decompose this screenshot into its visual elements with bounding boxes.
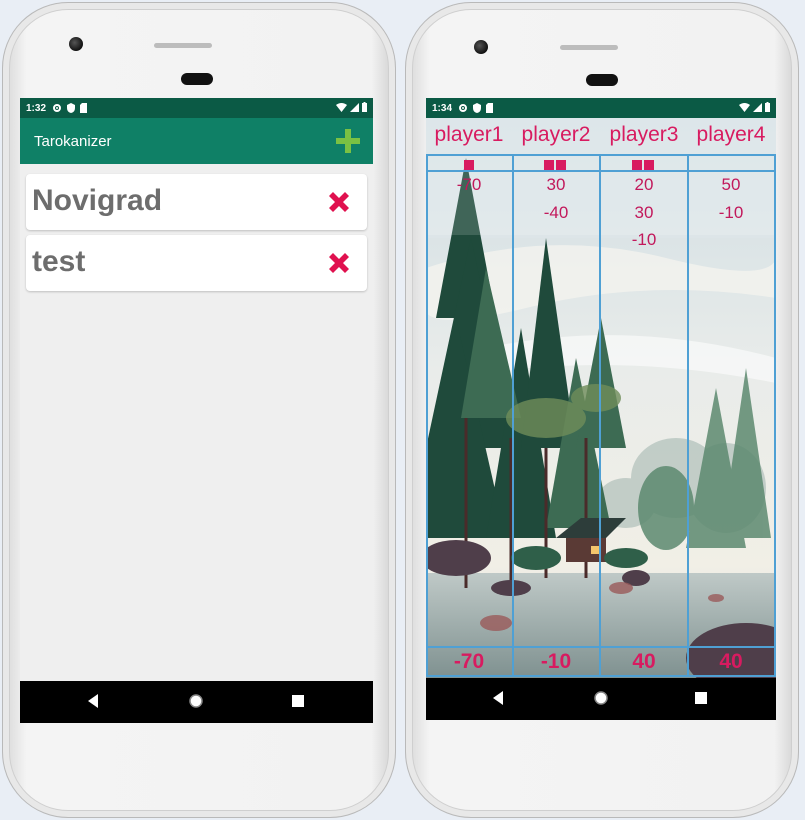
forest-lake-background xyxy=(426,118,776,678)
column-divider xyxy=(774,154,776,677)
app-bar: Tarokanizer xyxy=(20,118,373,164)
player-total: 40 xyxy=(632,650,656,673)
signal-icon xyxy=(753,102,762,112)
dealer-marks xyxy=(464,160,474,170)
left-screen: 1:32 Tarokanizer Novigrad test xyxy=(20,98,373,723)
player-name[interactable]: player1 xyxy=(426,123,512,147)
player-total: 40 xyxy=(719,650,743,673)
player-name[interactable]: player3 xyxy=(601,123,687,147)
score-entry[interactable]: -70 xyxy=(426,175,512,195)
player-name[interactable]: player2 xyxy=(513,123,599,147)
status-bar: 1:32 xyxy=(20,98,373,118)
column-divider xyxy=(426,154,428,677)
navigation-bar xyxy=(20,681,373,723)
score-table: player1 player2 player3 player4 -70 30 -… xyxy=(426,118,776,678)
column-divider xyxy=(687,154,689,677)
score-entry[interactable]: 30 xyxy=(601,203,687,223)
front-camera xyxy=(474,40,488,54)
speaker-grille xyxy=(154,43,212,48)
status-bar: 1:34 xyxy=(426,98,776,118)
right-screen: 1:34 player1 player2 player3 player4 -70… xyxy=(426,98,776,720)
settings-icon xyxy=(459,104,468,112)
dealer-mark xyxy=(464,160,474,170)
player-total: -10 xyxy=(540,650,572,673)
score-entry[interactable]: 50 xyxy=(688,175,774,195)
totals-divider xyxy=(426,646,776,648)
settings-icon xyxy=(53,104,62,112)
delete-icon[interactable] xyxy=(325,249,353,277)
back-icon[interactable] xyxy=(86,693,100,709)
sd-card-icon xyxy=(80,103,88,113)
status-time: 1:32 xyxy=(26,102,47,114)
wifi-icon xyxy=(739,102,750,112)
header-divider xyxy=(426,154,776,156)
recents-icon[interactable] xyxy=(291,693,305,709)
game-name: Novigrad xyxy=(32,184,163,217)
front-camera xyxy=(69,37,83,51)
home-icon[interactable] xyxy=(593,690,609,706)
player-total: -70 xyxy=(453,650,485,673)
app-title: Tarokanizer xyxy=(34,132,112,150)
game-card[interactable]: test xyxy=(26,235,367,291)
battery-icon xyxy=(765,102,770,112)
right-phone-frame: 1:34 player1 player2 player3 player4 -70… xyxy=(405,2,799,818)
score-entry[interactable]: 30 xyxy=(513,175,599,195)
left-phone-frame: 1:32 Tarokanizer Novigrad test xyxy=(2,2,396,818)
dealer-marks xyxy=(544,160,566,170)
earpiece xyxy=(181,73,213,85)
score-entry[interactable]: 20 xyxy=(601,175,687,195)
game-name: test xyxy=(32,245,86,278)
battery-icon xyxy=(362,102,367,112)
dealer-row-divider xyxy=(426,170,776,172)
dealer-mark xyxy=(556,160,566,170)
status-time: 1:34 xyxy=(432,102,453,114)
earpiece xyxy=(586,74,618,86)
dealer-mark xyxy=(632,160,642,170)
score-entry[interactable]: -10 xyxy=(601,230,687,250)
shield-icon xyxy=(473,103,482,113)
table-bottom-border xyxy=(426,675,776,677)
dealer-mark xyxy=(544,160,554,170)
signal-icon xyxy=(350,102,359,112)
score-entry[interactable]: -40 xyxy=(513,203,599,223)
wifi-icon xyxy=(336,102,347,112)
dealer-mark xyxy=(644,160,654,170)
home-icon[interactable] xyxy=(188,693,204,709)
shield-icon xyxy=(67,103,76,113)
recents-icon[interactable] xyxy=(694,690,708,706)
navigation-bar xyxy=(426,678,776,720)
add-icon[interactable] xyxy=(335,128,361,154)
player-name[interactable]: player4 xyxy=(688,123,774,147)
speaker-grille xyxy=(560,45,618,50)
game-card[interactable]: Novigrad xyxy=(26,174,367,230)
score-entry[interactable]: -10 xyxy=(688,203,774,223)
dealer-marks xyxy=(632,160,654,170)
column-divider xyxy=(512,154,514,677)
back-icon[interactable] xyxy=(491,690,505,706)
sd-card-icon xyxy=(486,103,494,113)
delete-icon[interactable] xyxy=(325,188,353,216)
